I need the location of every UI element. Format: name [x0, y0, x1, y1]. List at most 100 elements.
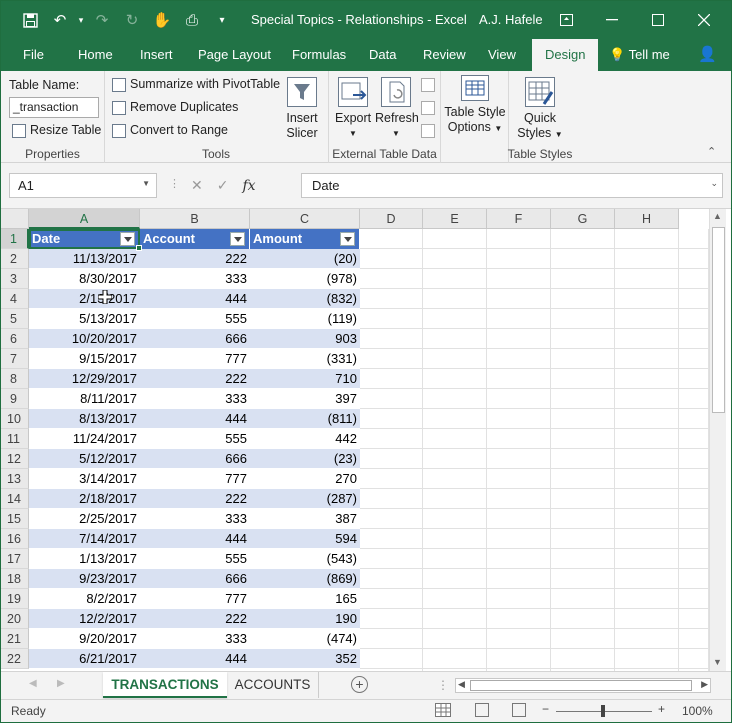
enter-icon[interactable]: ✓: [217, 177, 229, 194]
row-header-12[interactable]: 12: [1, 449, 29, 469]
table-cell[interactable]: 270: [250, 469, 360, 489]
table-cell[interactable]: 8/11/2017: [29, 389, 140, 409]
table-cell[interactable]: 444: [140, 529, 250, 549]
table-cell[interactable]: 12/29/2017: [29, 369, 140, 389]
table-cell[interactable]: 7/14/2017: [29, 529, 140, 549]
expand-formula-bar-icon[interactable]: ⌄: [710, 178, 718, 189]
table-cell[interactable]: (869): [250, 569, 360, 589]
tab-data[interactable]: Data: [365, 39, 400, 71]
table-cell[interactable]: 710: [250, 369, 360, 389]
select-all-button[interactable]: [1, 209, 29, 229]
vertical-scrollbar[interactable]: ▲ ▼: [709, 209, 726, 671]
page-layout-view-icon[interactable]: [475, 703, 489, 717]
prev-sheet-icon[interactable]: ◀: [29, 678, 37, 689]
undo-dropdown-icon[interactable]: ▾: [75, 5, 87, 35]
row-header-22[interactable]: 22: [1, 649, 29, 669]
filter-dropdown-icon[interactable]: [120, 232, 135, 246]
column-header-g[interactable]: G: [551, 209, 615, 229]
table-cell[interactable]: 1/13/2017: [29, 549, 140, 569]
column-header-e[interactable]: E: [423, 209, 487, 229]
horizontal-scrollbar[interactable]: ◀ ▶: [455, 678, 711, 693]
tab-insert[interactable]: Insert: [136, 39, 177, 71]
table-cell[interactable]: 666: [140, 449, 250, 469]
zoom-slider-thumb[interactable]: [601, 705, 605, 717]
zoom-level[interactable]: 100%: [682, 704, 713, 718]
customize-qat-icon[interactable]: ▾: [207, 5, 237, 35]
user-name[interactable]: A.J. Hafele: [479, 12, 543, 27]
refresh-button[interactable]: Refresh ▼: [375, 77, 419, 141]
table-cell[interactable]: 10/20/2017: [29, 329, 140, 349]
table-cell[interactable]: 555: [140, 429, 250, 449]
unlink-icon[interactable]: [421, 123, 439, 138]
scroll-up-icon[interactable]: ▲: [713, 211, 722, 221]
table-cell[interactable]: (331): [250, 349, 360, 369]
row-header-10[interactable]: 10: [1, 409, 29, 429]
table-cell[interactable]: 903: [250, 329, 360, 349]
scroll-left-icon[interactable]: ◀: [458, 679, 465, 690]
sheet-tab-accounts[interactable]: ACCOUNTS: [227, 672, 319, 698]
table-cell[interactable]: (832): [250, 289, 360, 309]
filter-dropdown-icon[interactable]: [230, 232, 245, 246]
table-header-date[interactable]: Date: [29, 229, 140, 249]
zoom-in-icon[interactable]: +: [658, 702, 665, 716]
table-cell[interactable]: 333: [140, 389, 250, 409]
table-cell[interactable]: 8/2/2017: [29, 589, 140, 609]
open-in-browser-icon[interactable]: [421, 100, 439, 115]
table-cell[interactable]: (474): [250, 629, 360, 649]
share-icon[interactable]: 👤: [694, 39, 721, 71]
table-cell[interactable]: (23): [250, 449, 360, 469]
table-cell[interactable]: 777: [140, 349, 250, 369]
remove-duplicates-button[interactable]: Remove Duplicates: [112, 100, 238, 115]
ribbon-display-options-icon[interactable]: [543, 1, 589, 39]
vertical-scroll-thumb[interactable]: [712, 227, 725, 413]
table-cell[interactable]: (543): [250, 549, 360, 569]
row-header-13[interactable]: 13: [1, 469, 29, 489]
filter-dropdown-icon[interactable]: [340, 232, 355, 246]
summarize-pivottable-button[interactable]: Summarize with PivotTable: [112, 77, 280, 92]
row-header-3[interactable]: 3: [1, 269, 29, 289]
table-cell[interactable]: 222: [140, 489, 250, 509]
table-cell[interactable]: 444: [140, 649, 250, 669]
table-cell[interactable]: 555: [140, 549, 250, 569]
export-button[interactable]: Export ▼: [335, 77, 371, 141]
table-cell[interactable]: 666: [140, 329, 250, 349]
column-header-d[interactable]: D: [360, 209, 423, 229]
page-break-preview-icon[interactable]: [512, 703, 526, 717]
column-header-b[interactable]: B: [140, 209, 250, 229]
table-name-input[interactable]: _transaction: [9, 97, 99, 118]
table-header-account[interactable]: Account: [140, 229, 250, 249]
table-cell[interactable]: 165: [250, 589, 360, 609]
column-header-c[interactable]: C: [250, 209, 360, 229]
table-cell[interactable]: 190: [250, 609, 360, 629]
table-cell[interactable]: 444: [140, 289, 250, 309]
row-header-17[interactable]: 17: [1, 549, 29, 569]
next-sheet-icon[interactable]: ▶: [57, 678, 65, 689]
table-cell[interactable]: 222: [140, 609, 250, 629]
row-header-15[interactable]: 15: [1, 509, 29, 529]
table-cell[interactable]: 9/20/2017: [29, 629, 140, 649]
horizontal-scroll-thumb[interactable]: [470, 680, 692, 691]
name-box-dropdown-icon[interactable]: ▼: [142, 179, 150, 188]
sheet-tab-transactions[interactable]: TRANSACTIONS: [103, 672, 227, 698]
resize-table-button[interactable]: Resize Table: [12, 123, 101, 138]
maximize-icon[interactable]: [635, 1, 681, 39]
row-header-9[interactable]: 9: [1, 389, 29, 409]
row-header-4[interactable]: 4: [1, 289, 29, 309]
zoom-out-icon[interactable]: −: [542, 702, 549, 716]
row-header-14[interactable]: 14: [1, 489, 29, 509]
table-cell[interactable]: 11/13/2017: [29, 249, 140, 269]
tab-page-layout[interactable]: Page Layout: [194, 39, 275, 71]
quick-styles-button[interactable]: Quick Styles ▼: [515, 77, 565, 142]
table-header-amount[interactable]: Amount: [250, 229, 360, 249]
name-box[interactable]: A1 ▼: [9, 173, 157, 198]
row-header-18[interactable]: 18: [1, 569, 29, 589]
table-cell[interactable]: (20): [250, 249, 360, 269]
new-sheet-icon[interactable]: +: [351, 676, 368, 693]
table-cell[interactable]: 555: [140, 309, 250, 329]
table-style-options-button[interactable]: Table Style Options ▼: [443, 75, 507, 136]
undo-icon[interactable]: ↶: [45, 5, 75, 35]
row-header-19[interactable]: 19: [1, 589, 29, 609]
table-cell[interactable]: 2/18/2017: [29, 489, 140, 509]
row-header-16[interactable]: 16: [1, 529, 29, 549]
table-cell[interactable]: 11/24/2017: [29, 429, 140, 449]
